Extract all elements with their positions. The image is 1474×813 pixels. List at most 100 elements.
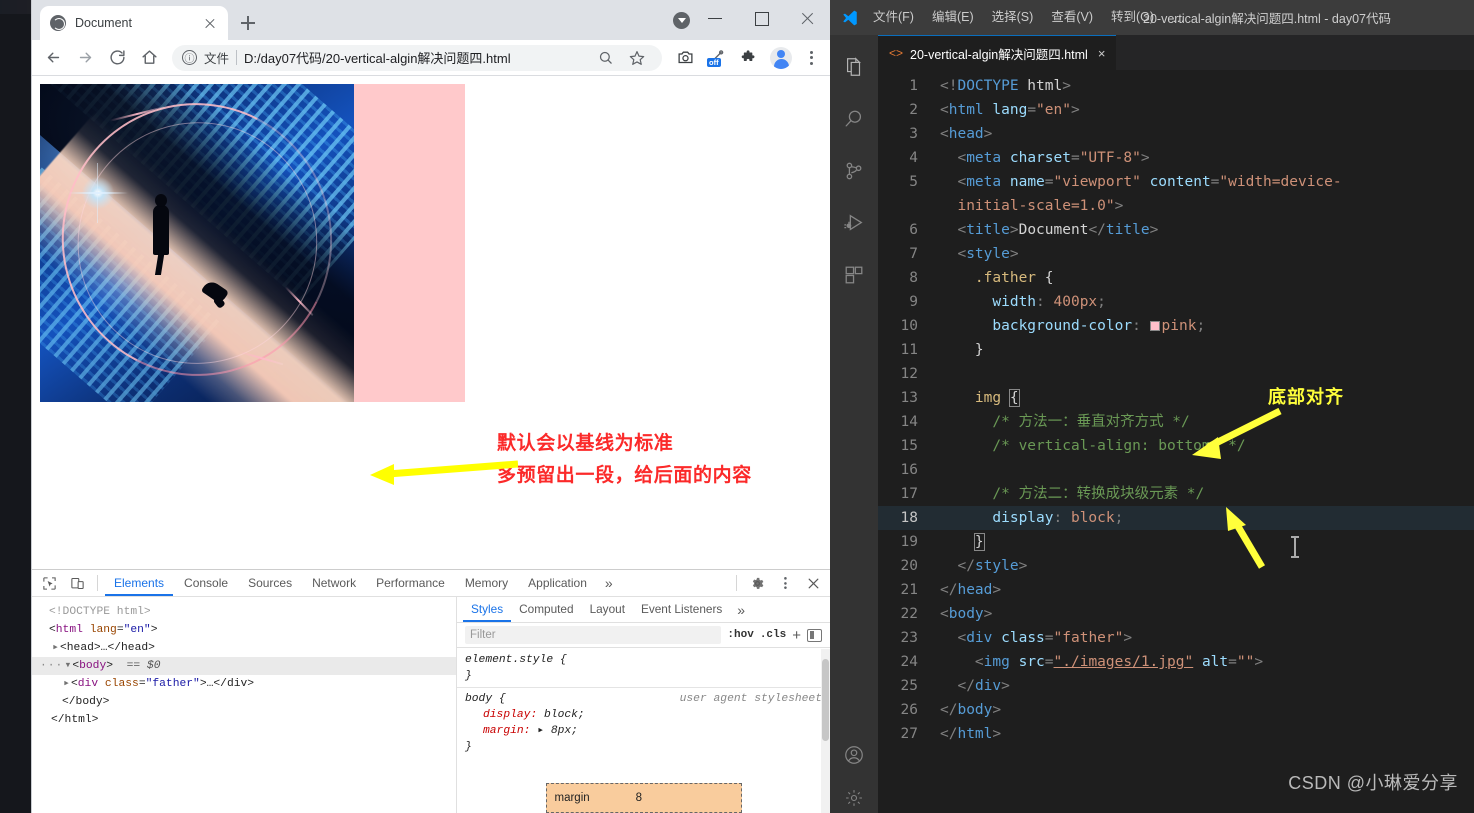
- minimize-button[interactable]: [692, 0, 738, 36]
- code-line[interactable]: 1 <!DOCTYPE html>: [878, 74, 1474, 98]
- code-line[interactable]: 7 <style>: [878, 242, 1474, 266]
- new-style-rule-button[interactable]: +: [792, 627, 801, 644]
- reload-icon[interactable]: [102, 43, 132, 73]
- forward-icon[interactable]: [70, 43, 100, 73]
- close-window-button[interactable]: [784, 0, 830, 36]
- tab-sources[interactable]: Sources: [239, 570, 301, 596]
- new-tab-button[interactable]: [234, 9, 262, 37]
- dom-tree[interactable]: <!DOCTYPE html> <html lang="en"> ▸<head>…: [32, 597, 457, 813]
- editor-tab[interactable]: <> 20-vertical-algin解决问题四.html ×: [878, 35, 1117, 70]
- device-toolbar-icon[interactable]: [64, 572, 90, 594]
- color-swatch-icon[interactable]: [1149, 321, 1160, 331]
- code-line[interactable]: 23 <div class="father">: [878, 626, 1474, 650]
- extension-off-icon[interactable]: off: [702, 43, 732, 73]
- rule-element-style[interactable]: element.style { }: [457, 652, 830, 684]
- back-icon[interactable]: [38, 43, 68, 73]
- css-property[interactable]: margin:: [465, 725, 530, 737]
- code-line[interactable]: 5 <meta name="viewport" content="width=d…: [878, 170, 1474, 194]
- address-bar[interactable]: ⓘ 文件 D:/day07代码/20-vertical-algin解决问题四.h…: [172, 43, 662, 73]
- code-line[interactable]: 3 <head>: [878, 122, 1474, 146]
- dom-line-html-close[interactable]: </html>: [40, 711, 448, 729]
- tab-event-listeners[interactable]: Event Listeners: [633, 597, 730, 622]
- hov-toggle[interactable]: :hov: [727, 629, 753, 641]
- browser-tab[interactable]: Document: [40, 6, 228, 40]
- devtools-tabs-overflow[interactable]: »: [598, 575, 620, 591]
- tab-application[interactable]: Application: [519, 570, 596, 596]
- tab-performance[interactable]: Performance: [367, 570, 454, 596]
- dom-line-body-close[interactable]: </body>: [40, 693, 448, 711]
- filter-input[interactable]: Filter: [465, 626, 722, 644]
- code-line[interactable]: 12: [878, 362, 1474, 386]
- tab-network[interactable]: Network: [303, 570, 365, 596]
- code-line[interactable]: 20 </style>: [878, 554, 1474, 578]
- devtools-menu-icon[interactable]: [774, 572, 796, 594]
- menu-selection[interactable]: 选择(S): [983, 0, 1043, 35]
- tab-close-icon[interactable]: [202, 15, 218, 31]
- styles-scrollbar[interactable]: [821, 649, 830, 813]
- gear-icon[interactable]: [744, 572, 770, 594]
- rule-body[interactable]: body { user agent stylesheet display: bl…: [457, 691, 830, 755]
- code-line[interactable]: 25 </div>: [878, 674, 1474, 698]
- browser-menu-icon[interactable]: [798, 45, 824, 71]
- code-line[interactable]: 4 <meta charset="UTF-8">: [878, 146, 1474, 170]
- search-zoom-icon[interactable]: [590, 43, 620, 73]
- puzzle-icon[interactable]: [734, 43, 764, 73]
- menu-view[interactable]: 查看(V): [1042, 0, 1102, 35]
- css-property[interactable]: display:: [465, 709, 537, 721]
- maximize-button[interactable]: [738, 0, 784, 36]
- star-icon[interactable]: [622, 43, 652, 73]
- download-indicator-icon[interactable]: [673, 12, 690, 29]
- dom-line-doctype[interactable]: <!DOCTYPE html>: [40, 603, 448, 621]
- account-icon[interactable]: [830, 731, 878, 779]
- dom-line-head[interactable]: ▸<head>…</head>: [40, 639, 448, 657]
- css-value[interactable]: block;: [544, 709, 585, 721]
- menu-edit[interactable]: 编辑(E): [923, 0, 983, 35]
- tab-console[interactable]: Console: [175, 570, 237, 596]
- dom-line-html[interactable]: <html lang="en">: [40, 621, 448, 639]
- extensions-icon[interactable]: [830, 251, 878, 299]
- code-line[interactable]: 17 /* 方法二：转换成块级元素 */: [878, 482, 1474, 506]
- run-debug-icon[interactable]: [830, 199, 878, 247]
- tab-layout[interactable]: Layout: [582, 597, 633, 622]
- code-line[interactable]: 24 <img src="./images/1.jpg" alt="">: [878, 650, 1474, 674]
- toggle-sidebar-icon[interactable]: [807, 628, 822, 642]
- styles-tabs-overflow[interactable]: »: [730, 602, 752, 618]
- code-line[interactable]: 19 }: [878, 530, 1474, 554]
- code-line[interactable]: 21 </head>: [878, 578, 1474, 602]
- editor-tab-close-icon[interactable]: ×: [1098, 46, 1106, 61]
- tab-styles[interactable]: Styles: [463, 597, 511, 622]
- dom-line-body-selected[interactable]: ···▾<body> == $0: [32, 657, 456, 675]
- url-text[interactable]: D:/day07代码/20-vertical-algin解决问题四.html: [244, 48, 583, 67]
- menu-file[interactable]: 文件(F): [864, 0, 923, 35]
- code-line[interactable]: 11 }: [878, 338, 1474, 362]
- dom-line-div-father[interactable]: ▸<div class="father">…</div>: [40, 675, 448, 693]
- code-line[interactable]: 22 <body>: [878, 602, 1474, 626]
- site-info-icon[interactable]: ⓘ: [182, 50, 197, 65]
- settings-gear-icon[interactable]: [830, 783, 878, 813]
- menu-go[interactable]: 转到(G): [1102, 0, 1163, 35]
- code-line[interactable]: 26 </body>: [878, 698, 1474, 722]
- avatar-icon[interactable]: [766, 43, 796, 73]
- code-line[interactable]: 2 <html lang="en">: [878, 98, 1474, 122]
- tab-elements[interactable]: Elements: [105, 570, 173, 596]
- code-line[interactable]: 10 background-color: pink;: [878, 314, 1474, 338]
- cls-toggle[interactable]: .cls: [760, 629, 786, 641]
- code-line[interactable]: 27 </html>: [878, 722, 1474, 746]
- tab-memory[interactable]: Memory: [456, 570, 517, 596]
- source-control-icon[interactable]: [830, 147, 878, 195]
- box-model-margin[interactable]: margin 8: [545, 783, 742, 813]
- home-icon[interactable]: [134, 43, 164, 73]
- close-devtools-icon[interactable]: [800, 572, 826, 594]
- code-line[interactable]: initial-scale=1.0">: [878, 194, 1474, 218]
- menu-overflow-icon[interactable]: …: [1163, 10, 1195, 25]
- camera-icon[interactable]: [670, 43, 700, 73]
- tab-computed[interactable]: Computed: [511, 597, 581, 622]
- inspect-element-icon[interactable]: [36, 572, 62, 594]
- code-line[interactable]: 9 width: 400px;: [878, 290, 1474, 314]
- css-value[interactable]: 8px;: [551, 725, 578, 737]
- code-line[interactable]: 18 display: block;: [878, 506, 1474, 530]
- code-line[interactable]: 6 <title>Document</title>: [878, 218, 1474, 242]
- explorer-icon[interactable]: [830, 43, 878, 91]
- search-icon[interactable]: [830, 95, 878, 143]
- code-line[interactable]: 8 .father {: [878, 266, 1474, 290]
